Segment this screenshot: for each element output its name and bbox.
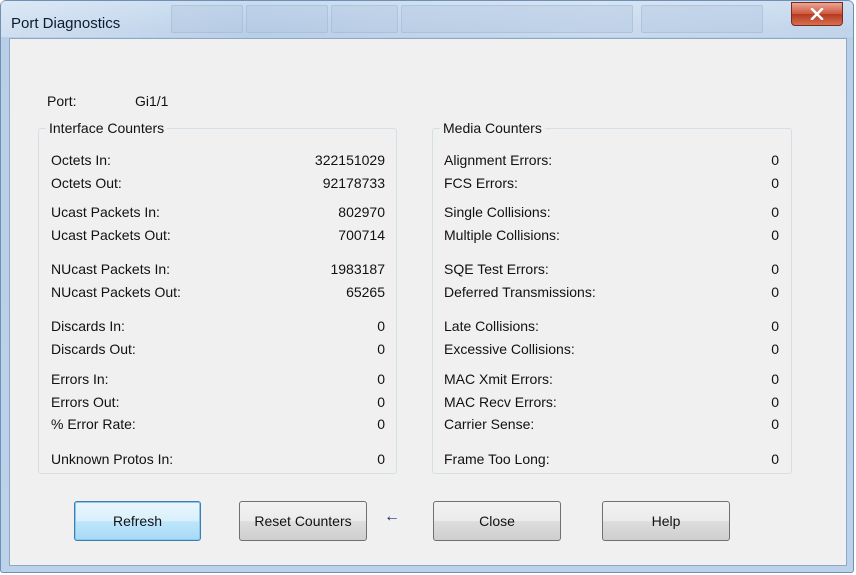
close-icon: [810, 8, 824, 20]
media-counter-value: 0: [771, 227, 779, 243]
media-counter-label: Multiple Collisions:: [444, 227, 560, 243]
interface-counter-value: 1983187: [330, 261, 385, 277]
interface-counter-value: 0: [377, 371, 385, 387]
media-counter-value: 0: [771, 152, 779, 168]
interface-counter-label: Errors Out:: [51, 394, 120, 410]
interface-counter-value: 0: [377, 416, 385, 432]
media-counter-value: 0: [771, 175, 779, 191]
interface-counter-value: 0: [377, 318, 385, 334]
interface-counter-label: Ucast Packets Out:: [51, 227, 171, 243]
interface-counter-value: 0: [377, 451, 385, 467]
refresh-button[interactable]: Refresh: [74, 501, 201, 541]
interface-counters-title: Interface Counters: [46, 120, 168, 136]
interface-counter-label: Unknown Protos In:: [51, 451, 174, 467]
port-label: Port:: [47, 93, 77, 109]
media-counter-label: Deferred Transmissions:: [444, 284, 596, 300]
interface-counter-label: % Error Rate:: [51, 416, 136, 432]
port-value: Gi1/1: [135, 93, 169, 109]
interface-counter-label: Octets In:: [51, 152, 111, 168]
media-counter-value: 0: [771, 451, 779, 467]
media-counter-value: 0: [771, 394, 779, 410]
media-counter-value: 0: [771, 284, 779, 300]
media-counter-label: SQE Test Errors:: [444, 261, 549, 277]
interface-counter-value: 65265: [346, 284, 385, 300]
background-ghost: [171, 5, 243, 33]
interface-counter-label: NUcast Packets In:: [51, 261, 171, 277]
interface-counter-label: Octets Out:: [51, 175, 122, 191]
background-ghost: [401, 5, 633, 33]
media-counter-label: Excessive Collisions:: [444, 341, 575, 357]
interface-counter-label: Discards Out:: [51, 341, 136, 357]
media-counter-value: 0: [771, 204, 779, 220]
interface-counter-value: 92178733: [322, 175, 385, 191]
interface-counter-value: 322151029: [314, 152, 385, 168]
interface-counter-value: 0: [377, 394, 385, 410]
media-counters-title: Media Counters: [440, 120, 545, 136]
background-ghost: [641, 5, 763, 33]
interface-counter-value: 700714: [338, 227, 385, 243]
media-counter-label: MAC Recv Errors:: [444, 394, 557, 410]
interface-counter-label: Discards In:: [51, 318, 125, 334]
interface-counter-value: 0: [377, 341, 385, 357]
interface-counter-label: Errors In:: [51, 371, 109, 387]
background-ghost: [331, 5, 398, 33]
media-counter-label: MAC Xmit Errors:: [444, 371, 553, 387]
window-title: Port Diagnostics: [11, 15, 121, 32]
interface-counter-value: 802970: [338, 204, 385, 220]
close-button[interactable]: Close: [433, 501, 561, 541]
left-arrow-icon: ←: [384, 508, 400, 525]
media-counter-label: Carrier Sense:: [444, 416, 535, 432]
media-counter-value: 0: [771, 416, 779, 432]
media-counter-value: 0: [771, 341, 779, 357]
media-counter-value: 0: [771, 318, 779, 334]
media-counter-label: FCS Errors:: [444, 175, 518, 191]
interface-counter-label: Ucast Packets In:: [51, 204, 160, 220]
interface-counter-label: NUcast Packets Out:: [51, 284, 181, 300]
media-counter-label: Single Collisions:: [444, 204, 551, 220]
window-close-button[interactable]: [791, 2, 843, 26]
media-counter-value: 0: [771, 261, 779, 277]
background-ghost: [246, 5, 328, 33]
media-counter-label: Frame Too Long:: [444, 451, 550, 467]
title-bar[interactable]: [1, 1, 853, 37]
media-counter-label: Alignment Errors:: [444, 152, 553, 168]
reset-counters-button[interactable]: Reset Counters: [239, 501, 367, 541]
help-button[interactable]: Help: [602, 501, 730, 541]
media-counter-value: 0: [771, 371, 779, 387]
media-counter-label: Late Collisions:: [444, 318, 539, 334]
